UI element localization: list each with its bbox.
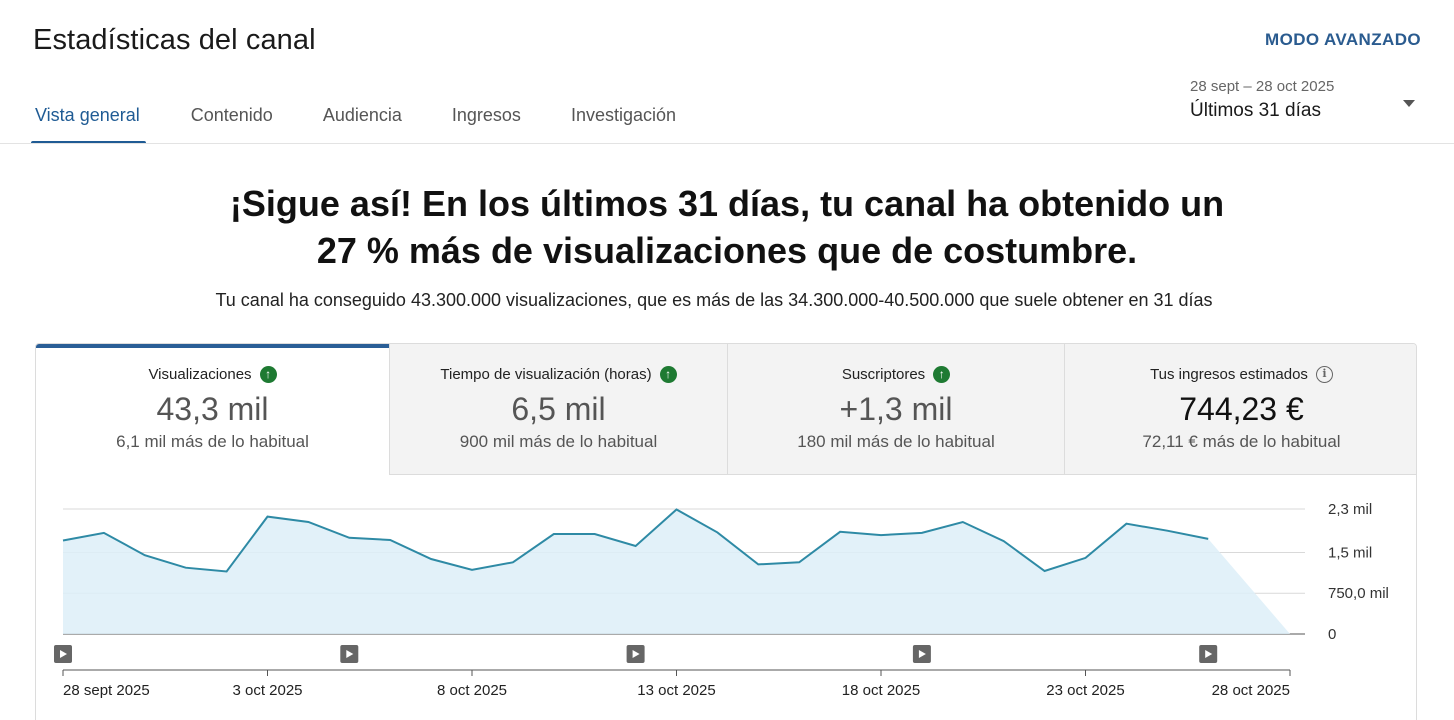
x-tick-label: 13 oct 2025: [637, 682, 715, 699]
video-marker-icon[interactable]: [912, 645, 931, 663]
video-marker-icon[interactable]: [626, 645, 645, 663]
video-marker-icon[interactable]: [1199, 645, 1218, 663]
x-tick-label: 18 oct 2025: [842, 682, 920, 699]
y-tick-label: 0: [1328, 626, 1336, 643]
x-tick-label: 3 oct 2025: [232, 682, 302, 699]
chart-area-fill: [63, 509, 1290, 634]
x-tick-label: 23 oct 2025: [1046, 682, 1124, 699]
x-tick-label: 28 oct 2025: [1212, 682, 1290, 699]
y-tick-label: 750,0 mil: [1328, 585, 1389, 602]
video-marker-icon[interactable]: [54, 645, 72, 663]
y-tick-label: 2,3 mil: [1328, 501, 1372, 518]
x-tick-label: 8 oct 2025: [437, 682, 507, 699]
views-chart: 2,3 mil 1,5 mil 750,0 mil 0 28 sept 2025 3 o…: [54, 501, 1389, 699]
video-marker-icon[interactable]: [340, 645, 359, 663]
x-tick-label: 28 sept 2025: [63, 682, 150, 699]
y-tick-label: 1,5 mil: [1328, 544, 1372, 561]
